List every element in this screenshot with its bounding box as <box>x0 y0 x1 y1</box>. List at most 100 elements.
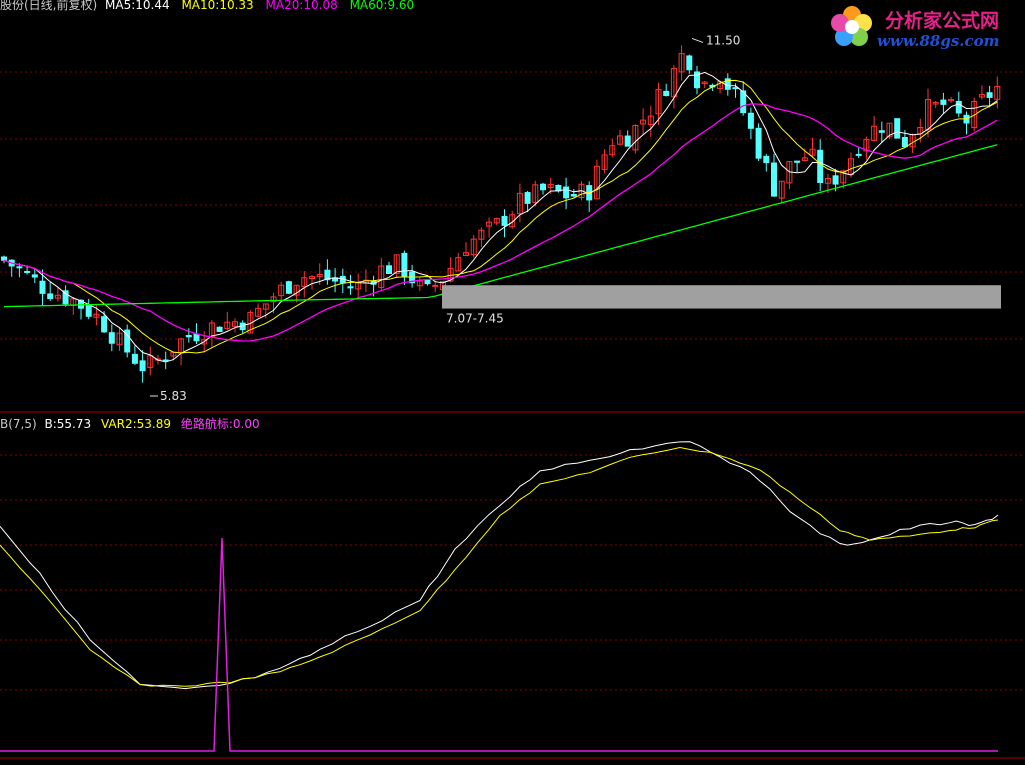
candle-body <box>540 183 546 191</box>
candle <box>478 227 485 247</box>
support-zone-box <box>442 285 1001 309</box>
candle-body <box>216 326 223 332</box>
candle <box>686 54 693 74</box>
candle-body <box>101 316 108 333</box>
candle-body <box>131 353 138 364</box>
candle <box>409 264 416 288</box>
candle <box>940 92 947 114</box>
candle-body <box>771 162 777 197</box>
candle <box>786 161 793 189</box>
candle <box>647 105 654 137</box>
candle-body <box>139 360 146 372</box>
candle <box>878 121 885 143</box>
candle <box>85 298 92 320</box>
candle <box>963 111 970 135</box>
candle <box>62 285 69 307</box>
candle <box>663 83 670 97</box>
candle <box>1 255 7 264</box>
candle-body <box>855 153 862 156</box>
candle-body <box>940 99 947 105</box>
candle <box>694 65 700 95</box>
candle <box>563 177 570 210</box>
candle <box>239 320 246 334</box>
candle-body <box>732 87 739 90</box>
candle <box>301 271 308 298</box>
candle <box>285 280 292 295</box>
candle-body <box>524 192 531 204</box>
candle <box>47 282 54 301</box>
candle <box>493 217 500 226</box>
candle <box>124 324 131 358</box>
candle <box>278 281 285 301</box>
candle-body <box>401 252 408 277</box>
candle <box>224 311 231 331</box>
candle <box>70 296 77 315</box>
candle-body <box>39 280 46 294</box>
candle <box>624 130 631 147</box>
candle <box>401 250 408 286</box>
candle-body <box>16 266 23 269</box>
zone-range-label: 7.07-7.45 <box>446 312 504 326</box>
candle <box>678 45 685 81</box>
candle-body <box>1 256 7 261</box>
signal-value: :0.00 <box>228 417 260 431</box>
candle <box>470 234 477 258</box>
candle <box>755 123 762 161</box>
candle <box>455 252 462 272</box>
candle-body <box>563 186 570 199</box>
candle-body <box>85 304 92 317</box>
candle <box>147 346 154 376</box>
candle-body <box>832 175 839 185</box>
var2-value: VAR2:53.89 <box>100 417 172 431</box>
candle-body <box>878 130 885 133</box>
chart-title: 股份(日线,前复权) <box>0 0 98 12</box>
candle <box>978 85 985 100</box>
candle <box>139 350 146 383</box>
candle-body <box>570 193 577 197</box>
candle <box>378 257 385 290</box>
candle-body <box>794 160 801 163</box>
candle <box>386 261 392 275</box>
candle <box>424 279 431 286</box>
candle <box>871 115 878 142</box>
ma60-label: MA60:9.60 <box>349 0 415 12</box>
candle <box>894 118 901 139</box>
signal-line <box>0 537 998 752</box>
candle <box>863 136 870 160</box>
candle <box>778 180 785 204</box>
candle-body <box>501 216 508 226</box>
candle-body <box>24 270 31 273</box>
candle-body <box>47 293 54 300</box>
candle-body <box>817 149 824 183</box>
candle <box>809 137 816 158</box>
high-pointer <box>691 37 704 43</box>
candle-body <box>686 55 693 71</box>
candle <box>131 345 138 365</box>
candle-body <box>755 127 762 159</box>
grid-lines <box>0 71 1025 759</box>
candle-body <box>285 281 292 294</box>
candle <box>255 303 262 318</box>
b-line <box>0 441 999 690</box>
candle-body <box>894 118 901 139</box>
candle <box>78 299 84 320</box>
indicator-pane <box>0 441 999 752</box>
candle <box>570 189 577 198</box>
chart-canvas[interactable]: 11.50 5.83 7.07-7.45 <box>0 0 1025 765</box>
candle-body <box>955 100 962 114</box>
candle-body <box>108 332 115 344</box>
candle-body <box>663 90 670 97</box>
candle-body <box>986 92 993 98</box>
candlesticks[interactable] <box>1 45 1001 383</box>
candle <box>763 153 770 172</box>
candle <box>740 81 747 116</box>
candle-body <box>31 274 38 278</box>
candle-body <box>624 135 631 147</box>
candle <box>932 100 939 109</box>
ma20-label: MA20:10.08 <box>265 0 338 12</box>
candle <box>794 160 801 172</box>
candle <box>609 138 616 158</box>
candle <box>162 351 169 370</box>
candle <box>586 181 593 212</box>
candle <box>540 182 546 195</box>
